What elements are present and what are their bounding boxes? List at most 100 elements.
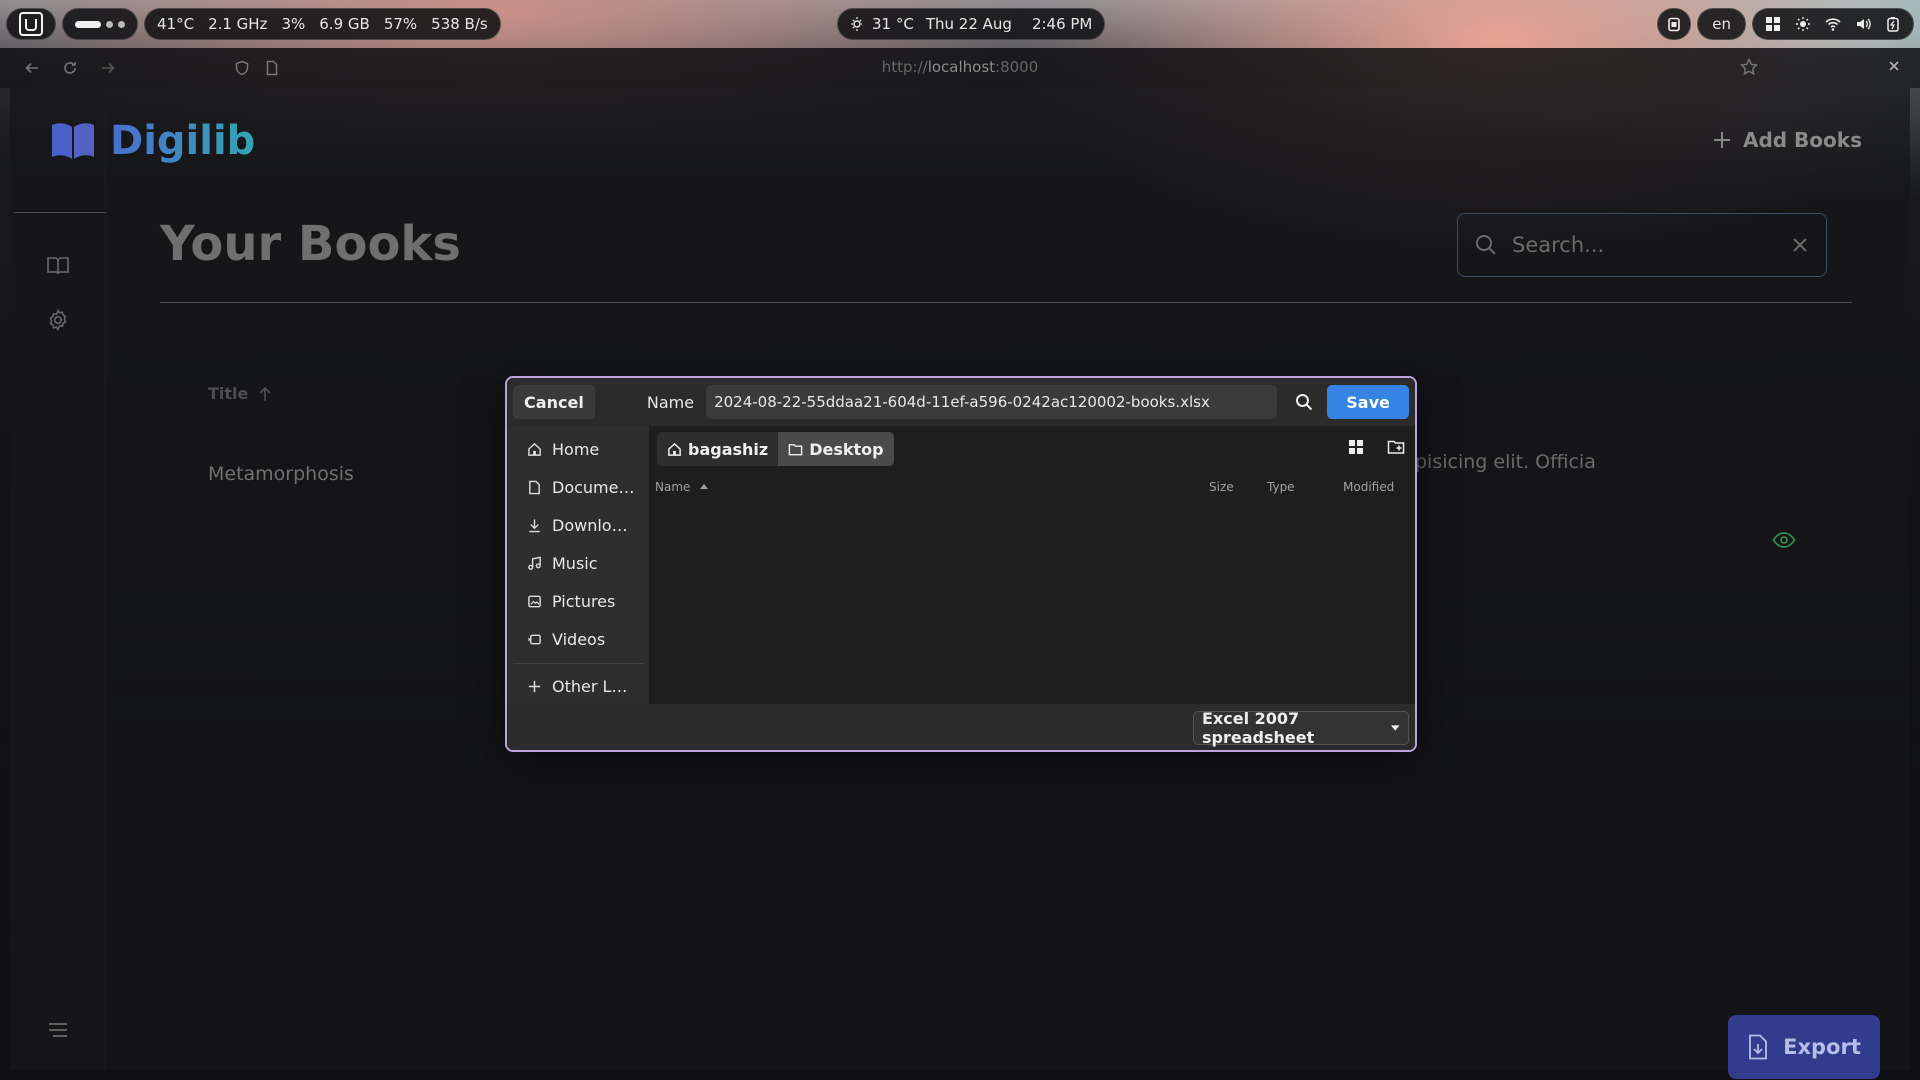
wifi-icon[interactable] (1825, 16, 1841, 32)
url-bar[interactable]: http://localhost:8000 (0, 58, 1920, 76)
column-name-label: Name (655, 480, 691, 494)
dropdown-arrow-icon (1390, 725, 1400, 731)
image-icon (528, 595, 541, 607)
browser-toolbar: http://localhost:8000 (0, 48, 1920, 88)
time: 2:46 PM (1031, 15, 1093, 33)
page-title: Your Books (160, 216, 461, 272)
place-videos[interactable]: Videos (507, 620, 649, 658)
place-music[interactable]: Music (507, 544, 649, 582)
close-window-icon[interactable] (1886, 58, 1902, 74)
forward-icon[interactable] (100, 60, 116, 76)
file-type-value: Excel 2007 spreadsheet (1202, 709, 1315, 747)
cpu-temp: 41°C (157, 15, 195, 33)
places-separator (513, 663, 643, 664)
sidebar-divider (14, 212, 106, 213)
brightness-icon[interactable] (1795, 16, 1811, 32)
cancel-button[interactable]: Cancel (513, 385, 595, 419)
file-name-value: 2024-08-22-55ddaa21-604d-11ef-a596-0242a… (714, 393, 1210, 411)
page-icon[interactable] (264, 60, 280, 76)
sun-cloud-icon (851, 17, 862, 31)
launcher-button[interactable] (6, 8, 56, 40)
weather-temp: 31 °C (872, 15, 914, 33)
column-type[interactable]: Type (1267, 480, 1295, 494)
place-videos-label: Videos (552, 629, 606, 649)
column-title-label: Title (208, 384, 249, 403)
home-icon (668, 442, 681, 456)
settings-gear-icon[interactable] (46, 308, 70, 332)
back-icon[interactable] (24, 60, 40, 76)
path-crumb-home[interactable]: bagashiz (657, 432, 779, 466)
place-pictures[interactable]: Pictures (507, 582, 649, 620)
path-crumb-desktop[interactable]: Desktop (778, 432, 894, 466)
workspace-3[interactable] (118, 20, 125, 28)
export-button[interactable]: Export (1728, 1015, 1880, 1079)
column-size[interactable]: Size (1209, 480, 1234, 494)
menu-icon[interactable] (46, 1018, 70, 1042)
clock-weather[interactable]: 31 °C Thu 22 Aug 2:46 PM (837, 8, 1106, 40)
add-books-button[interactable]: Add Books (1711, 128, 1862, 152)
search-input[interactable]: Search... (1457, 213, 1827, 277)
apps-grid-icon[interactable] (1765, 16, 1781, 32)
workspace-indicator[interactable] (62, 8, 138, 40)
column-header-title[interactable]: Title (208, 384, 272, 403)
search-icon[interactable] (1295, 393, 1313, 411)
download-icon (529, 518, 540, 532)
shield-icon[interactable] (234, 60, 250, 76)
column-modified[interactable]: Modified (1343, 480, 1394, 494)
url-scheme: http:// (881, 58, 928, 76)
clipboard-button[interactable] (1657, 8, 1692, 40)
reload-icon[interactable] (62, 60, 78, 76)
video-icon (528, 634, 541, 644)
battery-icon[interactable] (1885, 16, 1901, 32)
book-logo-icon (52, 123, 94, 159)
cpu-frequency: 2.1 GHz (208, 15, 268, 33)
brand-name: Digilib (110, 118, 256, 164)
place-home-label: Home (552, 439, 600, 459)
place-home[interactable]: Home (507, 430, 649, 468)
new-folder-icon[interactable] (1387, 438, 1405, 456)
folder-icon (788, 443, 803, 455)
search-placeholder: Search... (1512, 233, 1605, 257)
place-documents[interactable]: Docume… (507, 468, 649, 506)
language-label: en (1712, 15, 1731, 33)
places-sidebar: Home Docume… Downlo… Music Pictures Vide… (507, 426, 649, 704)
book-title[interactable]: Metamorphosis (208, 463, 354, 485)
place-other-locations[interactable]: Other L… (507, 667, 649, 705)
system-tray[interactable] (1752, 8, 1914, 40)
url-host: localhost (927, 58, 996, 76)
place-music-label: Music (552, 553, 598, 573)
workspace-1[interactable] (75, 20, 101, 28)
place-pictures-label: Pictures (552, 591, 616, 611)
cpu-usage: 3% (281, 15, 306, 33)
path-bar: bagashiz Desktop (657, 432, 894, 466)
bookmark-star-icon[interactable] (1740, 58, 1758, 76)
dialog-footer: Excel 2007 spreadsheet (507, 704, 1415, 750)
memory-used: 6.9 GB (319, 15, 370, 33)
add-books-label: Add Books (1742, 128, 1862, 152)
keyboard-layout[interactable]: en (1697, 8, 1746, 40)
book-description: pisicing elit. Officia (1415, 451, 1596, 473)
url-port: :8000 (995, 58, 1039, 76)
save-button[interactable]: Save (1327, 385, 1409, 419)
grid-view-icon[interactable] (1347, 438, 1365, 456)
distro-logo-icon (19, 12, 43, 36)
column-name[interactable]: Name (655, 480, 710, 494)
brand-logo[interactable]: Digilib (50, 118, 255, 164)
workspace-2[interactable] (106, 20, 113, 28)
path-crumb-home-label: bagashiz (688, 439, 769, 459)
memory-percent: 57% (383, 15, 418, 33)
clear-search-icon[interactable] (1790, 235, 1810, 255)
sort-up-icon (700, 484, 709, 489)
place-documents-label: Docume… (552, 477, 635, 497)
clipboard-icon (1668, 17, 1681, 32)
place-downloads[interactable]: Downlo… (507, 506, 649, 544)
name-label: Name (646, 392, 695, 412)
place-other-locations-label: Other L… (552, 676, 628, 696)
volume-icon[interactable] (1855, 16, 1871, 32)
book-open-icon[interactable] (46, 254, 70, 278)
export-label: Export (1783, 1035, 1861, 1059)
file-export-icon (1749, 1034, 1768, 1060)
file-type-select[interactable]: Excel 2007 spreadsheet (1193, 709, 1409, 747)
file-name-input[interactable]: 2024-08-22-55ddaa21-604d-11ef-a596-0242a… (706, 385, 1278, 419)
view-eye-icon[interactable] (1772, 528, 1796, 552)
